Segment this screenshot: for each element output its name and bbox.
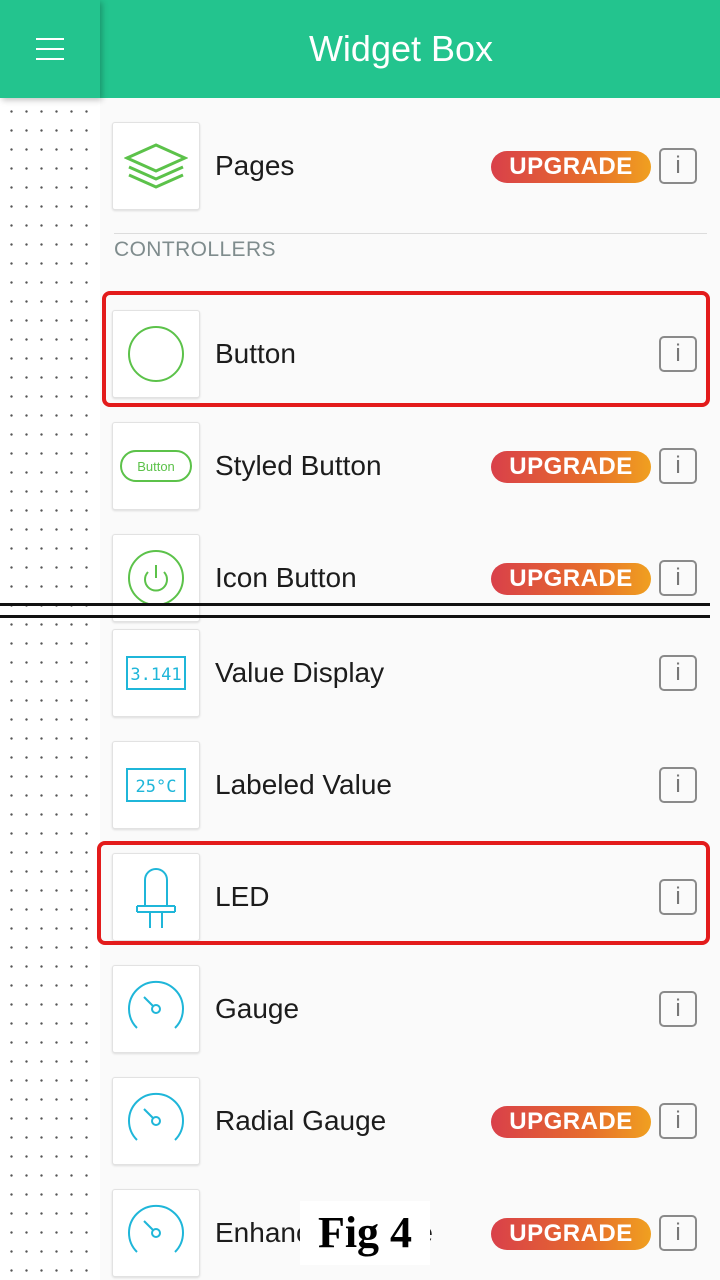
widget-tile[interactable]: 25°C bbox=[112, 741, 200, 829]
gauge-icon bbox=[128, 1092, 184, 1141]
widget-label: Icon Button bbox=[215, 562, 357, 593]
widget-label: Pages bbox=[215, 150, 295, 181]
widget-box-panel[interactable]: Pages UPGRADE i CONTROLLERS Button i But… bbox=[100, 98, 720, 1280]
styled-button-icon-text: Button bbox=[137, 459, 175, 474]
widget-item-styled-button[interactable]: Button Styled Button UPGRADE i bbox=[112, 422, 708, 510]
widget-item-pages[interactable]: Pages UPGRADE i bbox=[112, 122, 708, 210]
split-line bbox=[0, 615, 710, 618]
info-button[interactable]: i bbox=[659, 767, 697, 803]
widget-item-gauge[interactable]: Gauge i bbox=[112, 965, 708, 1053]
upgrade-badge[interactable]: UPGRADE bbox=[491, 1106, 651, 1138]
highlight-box-led bbox=[97, 841, 710, 945]
widget-label: Gauge bbox=[215, 993, 300, 1024]
info-button[interactable]: i bbox=[659, 655, 697, 691]
value-display-icon: 3.141 bbox=[126, 656, 186, 690]
info-button[interactable]: i bbox=[659, 560, 697, 596]
gauge-icon bbox=[128, 1204, 184, 1253]
gauge-icon bbox=[128, 980, 184, 1029]
widget-tile[interactable] bbox=[112, 1077, 200, 1165]
widget-item-value-display[interactable]: 3.141 Value Display i bbox=[112, 629, 708, 717]
split-line bbox=[0, 603, 710, 606]
header-bar: Widget Box bbox=[100, 0, 720, 98]
section-title-controllers: CONTROLLERS bbox=[114, 238, 276, 261]
dotted-canvas bbox=[0, 98, 100, 1280]
info-button[interactable]: i bbox=[659, 148, 697, 184]
widget-tile[interactable]: 3.141 bbox=[112, 629, 200, 717]
divider bbox=[114, 233, 707, 234]
power-icon bbox=[128, 550, 184, 606]
widget-tile[interactable]: Button bbox=[112, 422, 200, 510]
upgrade-badge[interactable]: UPGRADE bbox=[491, 451, 651, 483]
layers-icon bbox=[124, 143, 188, 189]
upgrade-badge[interactable]: UPGRADE bbox=[491, 151, 651, 183]
widget-tile[interactable] bbox=[112, 1189, 200, 1277]
info-button[interactable]: i bbox=[659, 448, 697, 484]
labeled-value-icon-text: 25°C bbox=[136, 777, 177, 797]
highlight-box-button bbox=[102, 291, 710, 407]
widget-tile[interactable] bbox=[112, 534, 200, 622]
widget-label: Labeled Value bbox=[215, 769, 392, 800]
widget-item-icon-button[interactable]: Icon Button UPGRADE i bbox=[112, 534, 708, 622]
info-button[interactable]: i bbox=[659, 1215, 697, 1251]
labeled-value-icon: 25°C bbox=[126, 768, 186, 802]
figure-caption: Fig 4 bbox=[300, 1201, 430, 1265]
widget-tile[interactable] bbox=[112, 965, 200, 1053]
widget-tile[interactable] bbox=[112, 122, 200, 210]
styled-button-icon: Button bbox=[120, 450, 192, 482]
value-display-icon-text: 3.141 bbox=[130, 665, 181, 685]
widget-label: Styled Button bbox=[215, 450, 382, 481]
upgrade-badge[interactable]: UPGRADE bbox=[491, 1218, 651, 1250]
menu-button[interactable] bbox=[0, 0, 100, 98]
info-button[interactable]: i bbox=[659, 1103, 697, 1139]
widget-label: Value Display bbox=[215, 657, 385, 688]
widget-item-labeled-value[interactable]: 25°C Labeled Value i bbox=[112, 741, 708, 829]
info-button[interactable]: i bbox=[659, 991, 697, 1027]
widget-label: Radial Gauge bbox=[215, 1105, 387, 1136]
page-title: Widget Box bbox=[308, 28, 494, 69]
upgrade-badge[interactable]: UPGRADE bbox=[491, 563, 651, 595]
widget-item-radial-gauge[interactable]: Radial Gauge UPGRADE i bbox=[112, 1077, 708, 1165]
hamburger-menu-icon bbox=[36, 38, 64, 60]
